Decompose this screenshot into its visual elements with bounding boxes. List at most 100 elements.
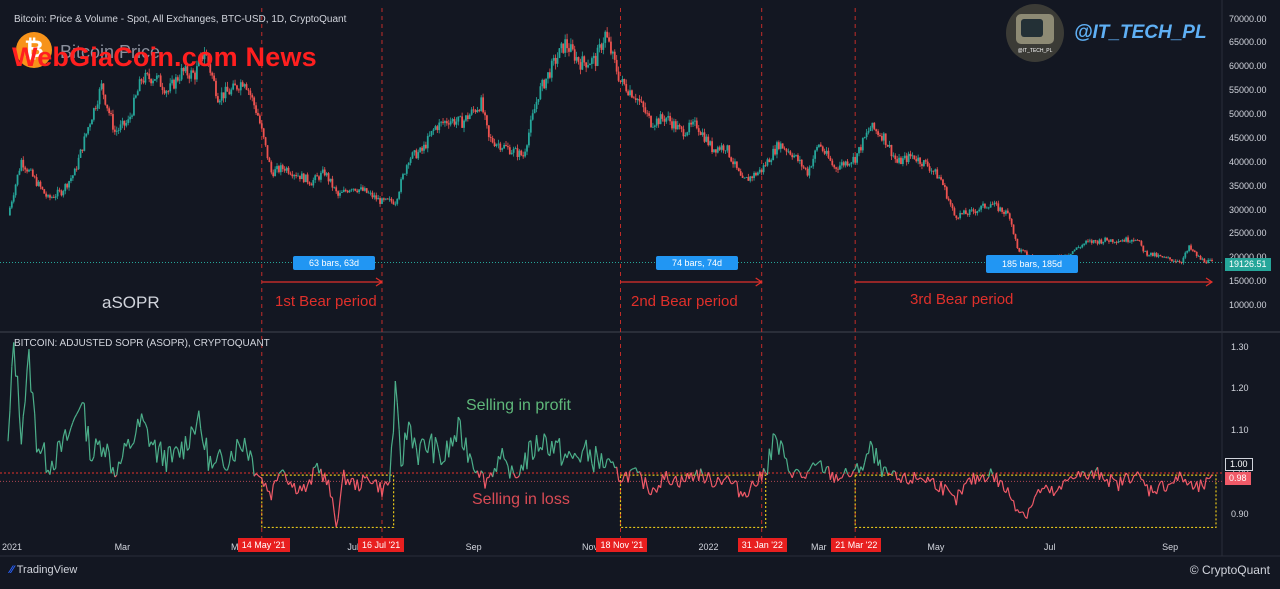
price-candle [698, 125, 700, 136]
candle-body [1005, 211, 1007, 214]
price-candle [93, 108, 95, 122]
candle-body [1188, 245, 1190, 251]
price-candle [971, 207, 973, 212]
price-candle [431, 131, 433, 137]
asopr-segment [434, 437, 436, 463]
cryptoquant-brand[interactable]: © CryptoQuant [1190, 563, 1270, 577]
candle-body [291, 174, 293, 176]
price-candle [850, 162, 852, 167]
price-candle [543, 79, 545, 89]
asopr-segment [601, 453, 603, 467]
asopr-segment [256, 474, 258, 476]
price-candle [80, 149, 82, 158]
candle-body [412, 152, 414, 158]
asopr-segment [807, 470, 809, 472]
price-candle [225, 82, 227, 102]
asopr-segment [512, 466, 514, 474]
price-candle [923, 160, 925, 167]
candle-body [1186, 251, 1188, 253]
price-candle [885, 133, 887, 148]
candle-body [774, 149, 776, 155]
candle-body [72, 175, 74, 178]
candle-body [438, 123, 440, 131]
price-candle [83, 133, 85, 152]
price-candle [423, 141, 425, 153]
candle-body [803, 167, 805, 168]
candle-body [1089, 240, 1091, 241]
candle-body [726, 145, 728, 150]
candle-body [906, 156, 908, 162]
candle-body [24, 167, 26, 169]
price-candle [650, 115, 652, 128]
candle-body [194, 73, 196, 80]
price-candle [349, 190, 351, 193]
price-candle [288, 166, 290, 175]
price-candle [532, 110, 534, 121]
asopr-segment [330, 497, 332, 498]
asopr-segment [1134, 475, 1136, 476]
price-candle [690, 120, 692, 127]
price-candle [763, 163, 765, 175]
candle-body [421, 148, 423, 151]
asopr-segment [567, 451, 569, 458]
price-candle [627, 89, 629, 95]
asopr-segment [710, 478, 712, 487]
candle-body [221, 92, 223, 100]
price-candle [562, 43, 564, 53]
candle-body [538, 99, 540, 102]
candle-body [515, 148, 517, 149]
price-candle [1141, 240, 1143, 246]
price-candle [776, 141, 778, 159]
asopr-segment [682, 476, 684, 482]
candle-body [858, 147, 860, 153]
price-candle [635, 94, 637, 103]
asopr-segment [691, 472, 693, 481]
candle-body [154, 79, 156, 80]
candle-body [389, 199, 391, 200]
candle-body [51, 197, 53, 198]
asopr-segment [393, 381, 395, 432]
candle-body [1209, 260, 1211, 261]
asopr-segment [201, 429, 203, 442]
candle-body [719, 147, 721, 149]
tradingview-brand[interactable]: ⁄⁄ TradingView [10, 564, 77, 576]
candle-body [234, 84, 236, 86]
asopr-segment [453, 435, 455, 446]
candle-body [1110, 239, 1112, 241]
candle-body [1081, 245, 1083, 247]
price-candle [992, 202, 994, 206]
candle-body [303, 174, 305, 183]
candle-body [475, 110, 477, 112]
asopr-segment [33, 393, 35, 414]
price-candle [580, 59, 582, 75]
price-candle [1095, 240, 1097, 243]
candle-body [295, 175, 297, 176]
asopr-segment [1185, 479, 1187, 485]
asopr-segment [666, 471, 668, 481]
price-candle [805, 167, 807, 170]
candle-body [841, 162, 843, 165]
candle-body [19, 171, 21, 175]
price-candle [524, 149, 526, 158]
candle-body [694, 121, 696, 122]
candle-body [106, 105, 108, 109]
candle-body [406, 165, 408, 174]
asopr-segment [941, 481, 943, 495]
candle-body [1203, 259, 1205, 262]
price-candle [581, 52, 583, 70]
candle-body [1165, 257, 1167, 258]
price-candle [933, 170, 935, 174]
candle-body [64, 184, 66, 191]
bear1-label: 1st Bear period [275, 293, 377, 310]
asopr-segment [75, 414, 77, 417]
price-y-tick: 50000.00 [1229, 109, 1267, 119]
price-y-tick: 40000.00 [1229, 157, 1267, 167]
asopr-segment [128, 439, 130, 449]
price-candle [131, 114, 133, 119]
asopr-segment [1046, 485, 1048, 489]
candle-body [164, 90, 166, 93]
candle-body [1139, 240, 1141, 241]
price-candle [1001, 207, 1003, 214]
candle-body [1007, 211, 1009, 214]
candle-body [690, 123, 692, 125]
